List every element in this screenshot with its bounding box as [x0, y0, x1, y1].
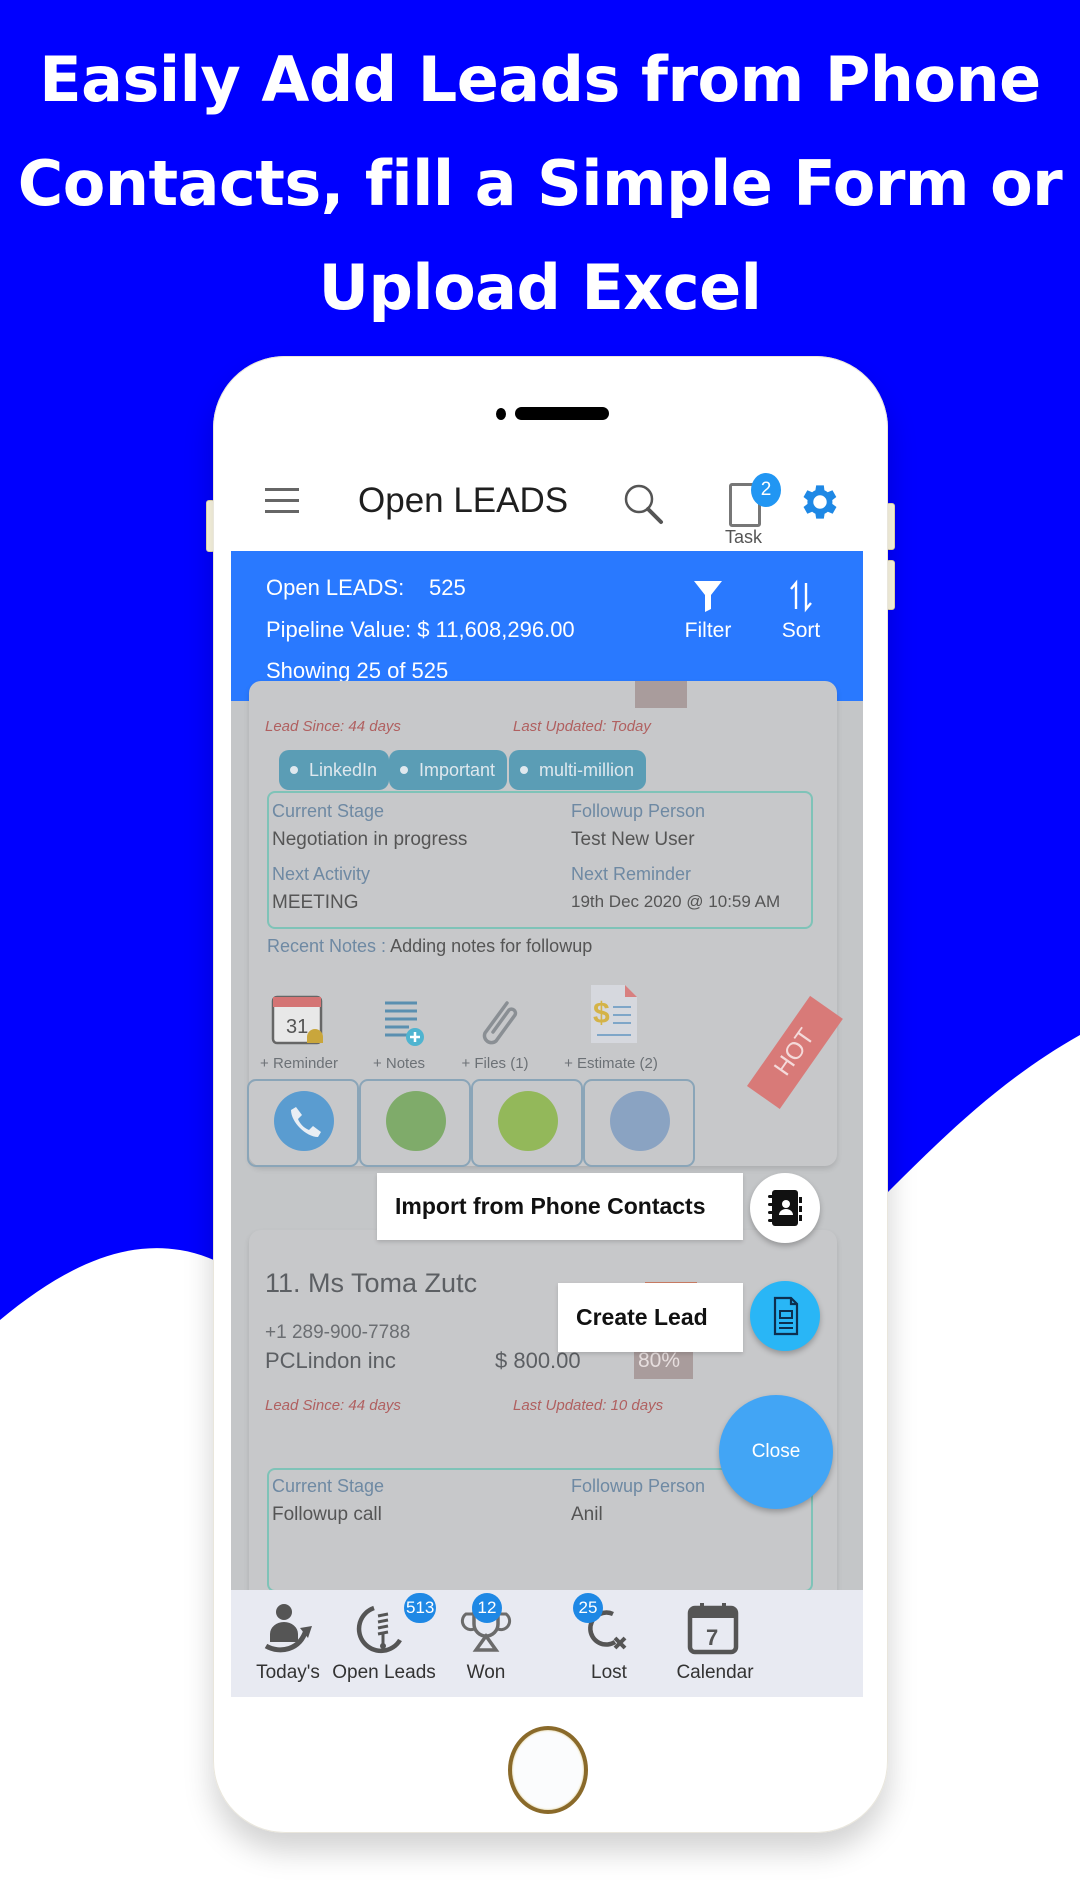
tag-chip[interactable]: multi-million [509, 750, 647, 790]
app-bar: Open LEADS 2 Task [231, 455, 863, 551]
sort-label: Sort [781, 619, 821, 642]
next-activity-label: Next Activity [272, 864, 371, 884]
app-screen: Open LEADS 2 Task Open LEADS: 525 Pipeli… [231, 455, 863, 1697]
import-contacts-button[interactable] [750, 1173, 820, 1243]
last-updated: Last Updated: Today [513, 718, 651, 735]
filter-icon [694, 581, 722, 612]
search-icon[interactable] [621, 481, 665, 525]
lead-since: Lead Since: 44 days [265, 718, 401, 735]
whatsapp-icon [386, 1091, 446, 1151]
lead-company: PCLindon inc [265, 1348, 396, 1373]
contacts-book-icon [768, 1190, 802, 1226]
sort-icon [790, 579, 812, 613]
calendar-reminder-icon: 31 [271, 995, 323, 1045]
task-label: Task [725, 527, 763, 547]
lead-title: 11. Ms Toma Zutc [265, 1268, 478, 1298]
open-leads-label: Open LEADS: [266, 575, 405, 600]
estimate-icon: $ [591, 985, 637, 1043]
lead-card[interactable]: Lead Since: 44 days Last Updated: Today … [247, 681, 843, 1167]
reminder-label: + Reminder [260, 1055, 338, 1072]
phone-call-icon [274, 1091, 334, 1151]
recent-notes-text: Adding notes for followup [390, 936, 593, 956]
nav-label: Won [466, 1662, 506, 1683]
next-reminder-value: 19th Dec 2020 @ 10:59 AM [571, 892, 781, 911]
phone-speaker [515, 407, 609, 420]
pipeline-amount: $ 11,608,296.00 [417, 617, 575, 642]
sms-icon [498, 1091, 558, 1151]
filter-button[interactable]: Filter [673, 579, 743, 643]
svg-text:7: 7 [706, 1625, 718, 1650]
email-button[interactable] [583, 1079, 695, 1167]
svg-text:$: $ [593, 997, 610, 1030]
phone-camera [496, 408, 506, 420]
create-lead-button[interactable] [750, 1281, 820, 1351]
lead-since: Lead Since: 44 days [265, 1397, 401, 1414]
filter-label: Filter [684, 619, 732, 642]
recent-notes: Recent Notes : Adding notes for followup [267, 936, 592, 957]
calendar-icon: 7 [687, 1603, 739, 1655]
followup-person-value: Test New User [571, 829, 695, 850]
next-activity-value: MEETING [272, 892, 359, 913]
phone-home-button [508, 1726, 588, 1814]
last-updated: Last Updated: 10 days [513, 1397, 664, 1414]
nav-calendar[interactable]: 7 Calendar [655, 1590, 775, 1697]
todays-user-icon [264, 1604, 312, 1653]
lead-details-box: Current Stage Negotiation in progress Fo… [267, 791, 813, 929]
lost-badge: 25 [573, 1593, 603, 1623]
next-reminder-label: Next Reminder [571, 864, 692, 884]
bottom-navigation: Today's 513 Open Leads 12 Won 25 Lost 7 … [231, 1590, 863, 1697]
current-stage-value: Negotiation in progress [272, 829, 468, 850]
gear-icon[interactable] [797, 479, 843, 525]
sort-button[interactable]: Sort [766, 579, 836, 643]
current-stage-label: Current Stage [272, 801, 385, 821]
recent-notes-label: Recent Notes : [267, 936, 387, 956]
followup-person-label: Followup Person [571, 801, 706, 821]
open-leads-value: 525 [429, 575, 466, 600]
pipeline-label: Pipeline Value: [266, 617, 412, 642]
estimate-label: + Estimate (2) [564, 1055, 658, 1072]
nav-won[interactable]: 12 Won [426, 1590, 546, 1697]
import-contacts-label[interactable]: Import from Phone Contacts [377, 1173, 743, 1240]
leads-summary-panel: Open LEADS: 525 Pipeline Value: $ 11,608… [231, 551, 863, 701]
current-stage-value: Followup call [272, 1504, 382, 1525]
followup-person-label: Followup Person [571, 1476, 706, 1496]
task-button[interactable]: 2 Task [723, 469, 783, 549]
document-icon [773, 1296, 799, 1336]
followup-person-value: Anil [571, 1504, 603, 1525]
nav-lost[interactable]: 25 Lost [549, 1590, 669, 1697]
open-leads-count: Open LEADS: 525 [266, 575, 466, 601]
svg-text:31: 31 [286, 1016, 308, 1038]
paperclip-icon [482, 1001, 518, 1045]
tag-chip[interactable]: Important [389, 750, 508, 790]
call-button[interactable] [247, 1079, 359, 1167]
probability-badge [635, 681, 687, 708]
notes-label: + Notes [372, 1055, 426, 1072]
menu-icon[interactable] [265, 488, 299, 514]
headline-line-3: Upload Excel [318, 251, 762, 324]
won-badge: 12 [472, 1593, 502, 1623]
whatsapp-button[interactable] [359, 1079, 471, 1167]
headline-line-2: Contacts, fill a Simple Form or [17, 147, 1063, 220]
create-lead-label[interactable]: Create Lead [558, 1283, 743, 1352]
sms-button[interactable] [471, 1079, 583, 1167]
current-stage-label: Current Stage [272, 1476, 385, 1496]
page-title: Open LEADS [358, 481, 569, 520]
tag-chip[interactable]: LinkedIn [279, 750, 390, 790]
files-label: + Files (1) [461, 1055, 529, 1072]
nav-label: Calendar [676, 1662, 754, 1683]
quick-actions: 31 + Reminder + Notes + Files (1) $ + Es… [249, 985, 837, 1081]
headline-line-1: Easily Add Leads from Phone [39, 43, 1041, 116]
contact-buttons [247, 1079, 717, 1167]
lead-phone: +1 289-900-7788 [265, 1322, 411, 1343]
promo-headline: Easily Add Leads from Phone Contacts, fi… [0, 28, 1080, 340]
email-icon [610, 1091, 670, 1151]
task-badge: 2 [751, 473, 781, 507]
nav-label: Lost [591, 1662, 627, 1683]
pipeline-value: Pipeline Value: $ 11,608,296.00 [266, 617, 575, 643]
close-fab-button[interactable]: Close [719, 1395, 833, 1509]
notes-icon [385, 1001, 424, 1046]
